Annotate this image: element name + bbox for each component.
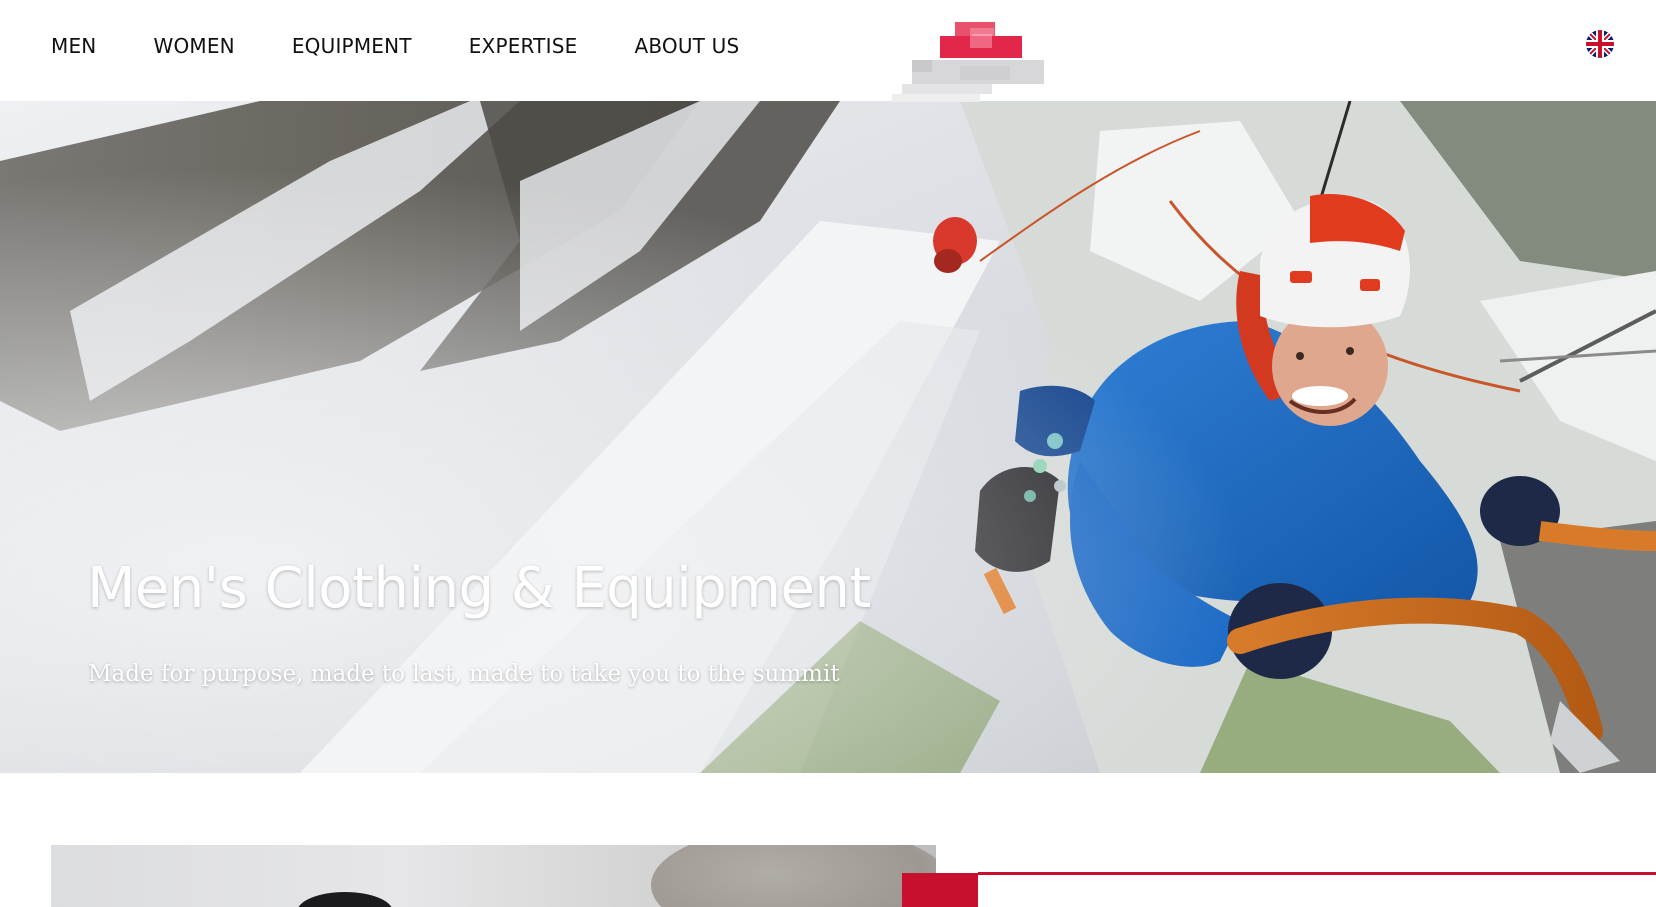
- site-header: MEN WOMEN EQUIPMENT EXPERTISE ABOUT US: [0, 0, 1656, 102]
- logo-tile: [960, 66, 1010, 80]
- logo-tile: [902, 84, 992, 94]
- uk-flag-icon[interactable]: [1586, 30, 1614, 58]
- logo-tile: [892, 94, 980, 102]
- hero-subtitle: Made for purpose, made to last, made to …: [88, 661, 840, 687]
- nav-men[interactable]: MEN: [51, 31, 96, 61]
- nav-equipment[interactable]: EQUIPMENT: [292, 31, 412, 61]
- nav-about-us[interactable]: ABOUT US: [634, 31, 739, 61]
- accent-divider: [978, 872, 1656, 875]
- hero-title: Men's Clothing & Equipment: [87, 556, 871, 621]
- featured-section: [0, 773, 1656, 907]
- logo-tile: [912, 60, 932, 72]
- nav-expertise[interactable]: EXPERTISE: [469, 31, 578, 61]
- promo-image[interactable]: [51, 845, 936, 907]
- accent-block: [902, 873, 978, 907]
- main-nav: MEN WOMEN EQUIPMENT EXPERTISE ABOUT US: [51, 31, 796, 61]
- brand-logo[interactable]: [892, 22, 1070, 102]
- hero-banner: Men's Clothing & Equipment Made for purp…: [0, 101, 1656, 773]
- logo-tile: [970, 36, 992, 48]
- nav-women[interactable]: WOMEN: [153, 31, 234, 61]
- promo-image-figure: [297, 892, 393, 907]
- promo-image-rock: [651, 845, 936, 907]
